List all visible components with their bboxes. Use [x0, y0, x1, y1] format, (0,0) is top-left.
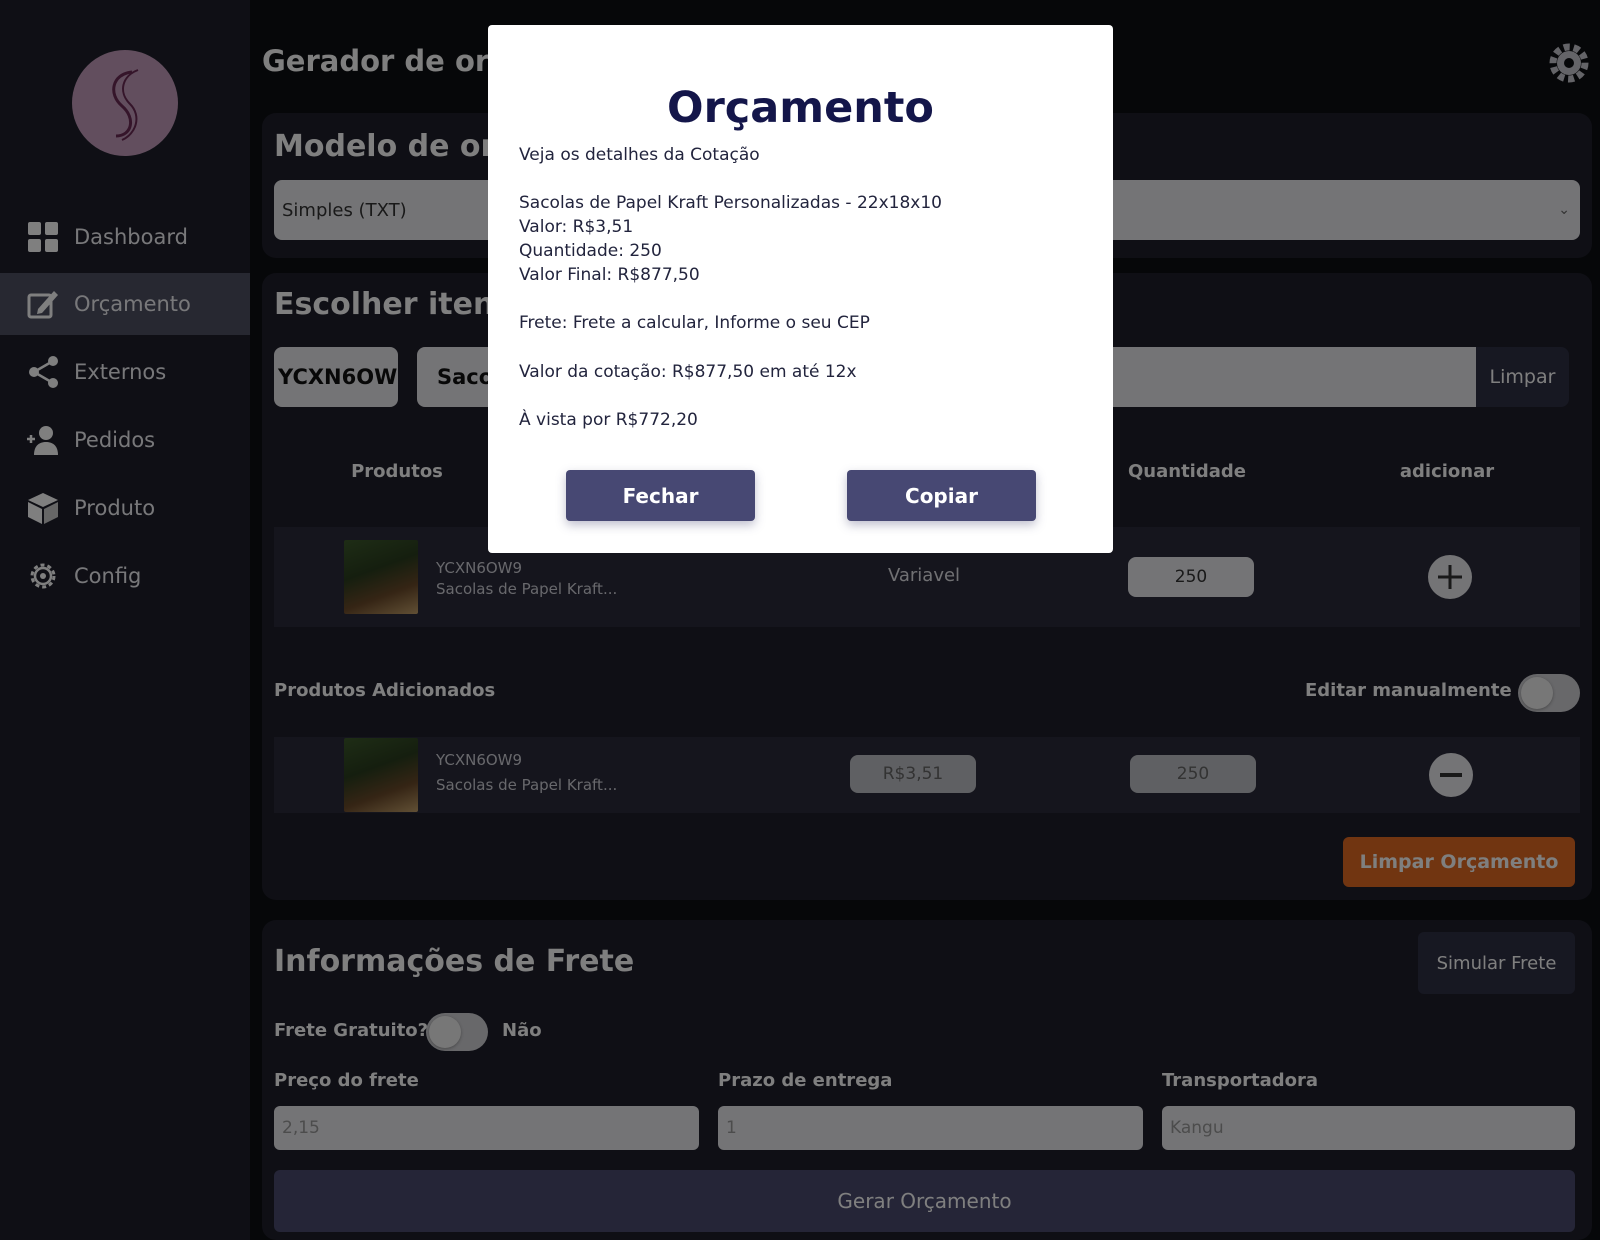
- modal-final-value: Valor Final: R$877,50: [519, 265, 700, 285]
- modal-value: Valor: R$3,51: [519, 217, 634, 237]
- modal-title: Orçamento: [667, 83, 934, 133]
- copy-button[interactable]: Copiar: [847, 470, 1036, 521]
- close-button[interactable]: Fechar: [566, 470, 755, 521]
- modal-quantity: Quantidade: 250: [519, 241, 662, 261]
- quote-modal: Orçamento Veja os detalhes da Cotação Sa…: [488, 25, 1113, 553]
- modal-intro: Veja os detalhes da Cotação: [519, 145, 760, 165]
- modal-cash-value: À vista por R$772,20: [519, 410, 698, 430]
- modal-quote-value: Valor da cotação: R$877,50 em até 12x: [519, 362, 857, 382]
- modal-product: Sacolas de Papel Kraft Personalizadas - …: [519, 193, 942, 213]
- modal-shipping: Frete: Frete a calcular, Informe o seu C…: [519, 313, 870, 333]
